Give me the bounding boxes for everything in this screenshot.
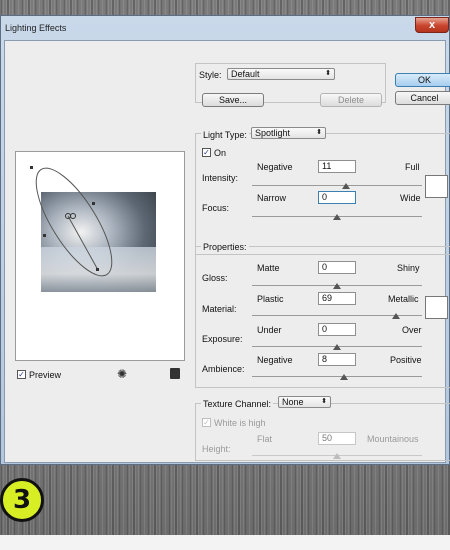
gloss-slider-thumb[interactable] (333, 283, 341, 289)
texture-channel-label: Texture Channel: (201, 399, 274, 409)
ambience-input[interactable]: 8 (318, 353, 356, 366)
brand-logo: 3 (0, 478, 44, 522)
select-arrow-icon: ⬍ (325, 70, 331, 77)
focus-label: Focus: (202, 203, 230, 213)
focus-high-label: Wide (400, 193, 421, 203)
delete-button[interactable]: Delete (320, 93, 382, 107)
style-label: Style: (199, 70, 222, 80)
light-type-value: Spotlight (255, 128, 291, 138)
white-is-high-checkbox[interactable]: ✓ (202, 418, 211, 427)
preview-canvas[interactable] (15, 151, 185, 361)
texture-channel-select[interactable]: None ⬍ (278, 396, 331, 408)
ambience-low-label: Negative (257, 355, 293, 365)
style-select[interactable]: Default ⬍ (227, 68, 335, 80)
bottom-strip (0, 535, 450, 550)
material-label: Material: (202, 304, 237, 314)
material-input[interactable]: 69 (318, 292, 356, 305)
material-low-label: Plastic (257, 294, 284, 304)
save-button[interactable]: Save... (202, 93, 264, 107)
lighting-effects-dialog: Lighting Effects x ✓ Preview ✺ Style: De… (0, 15, 450, 465)
dialog-body: ✓ Preview ✺ Style: Default ⬍ Save... Dele… (4, 40, 450, 463)
light-bulb-icon[interactable]: ✺ (117, 367, 127, 381)
light-on-checkbox[interactable]: ✓ (202, 148, 211, 157)
height-slider[interactable] (252, 453, 422, 459)
exposure-label: Exposure: (202, 334, 243, 344)
gloss-slider[interactable] (252, 283, 422, 289)
intensity-slider[interactable] (252, 183, 422, 189)
ambience-high-label: Positive (390, 355, 422, 365)
light-ellipse-handles[interactable] (16, 152, 186, 362)
preview-checkbox[interactable]: ✓ (17, 370, 26, 379)
ambience-label: Ambience: (202, 364, 245, 374)
light-type-label: Light Type: (201, 130, 249, 140)
focus-slider[interactable] (252, 214, 422, 220)
ok-button[interactable]: OK (395, 73, 450, 87)
intensity-input[interactable]: 11 (318, 160, 356, 173)
brand-logo-text: 3 (12, 485, 32, 515)
material-color-swatch[interactable] (425, 296, 448, 319)
exposure-high-label: Over (402, 325, 422, 335)
close-button[interactable]: x (415, 17, 449, 33)
height-high-label: Mountainous (367, 434, 419, 444)
intensity-slider-thumb[interactable] (342, 183, 350, 189)
height-low-label: Flat (257, 434, 273, 444)
gloss-high-label: Shiny (397, 263, 420, 273)
height-label: Height: (202, 444, 231, 454)
height-slider-thumb[interactable] (333, 453, 341, 459)
title-bar: Lighting Effects x (1, 16, 449, 40)
ambience-slider-thumb[interactable] (340, 374, 348, 380)
trash-icon[interactable] (170, 368, 180, 379)
exposure-input[interactable]: 0 (318, 323, 356, 336)
gloss-label: Gloss: (202, 273, 228, 283)
focus-slider-thumb[interactable] (333, 214, 341, 220)
ambience-slider[interactable] (252, 374, 422, 380)
window-title: Lighting Effects (5, 23, 67, 33)
material-high-label: Metallic (388, 294, 419, 304)
intensity-high-label: Full (405, 162, 420, 172)
style-select-value: Default (231, 69, 260, 79)
exposure-slider-thumb[interactable] (333, 344, 341, 350)
preview-label: Preview (29, 370, 62, 380)
material-slider-thumb[interactable] (392, 313, 400, 319)
texture-channel-value: None (282, 397, 304, 407)
material-slider[interactable] (252, 313, 422, 319)
focus-low-label: Narrow (257, 193, 287, 203)
focus-input[interactable]: 0 (318, 191, 356, 204)
cancel-button[interactable]: Cancel (395, 91, 450, 105)
exposure-low-label: Under (257, 325, 282, 335)
light-on-label: On (214, 148, 227, 158)
exposure-slider[interactable] (252, 344, 422, 350)
properties-title: Properties: (201, 242, 249, 252)
gloss-input[interactable]: 0 (318, 261, 356, 274)
light-type-select[interactable]: Spotlight ⬍ (251, 127, 326, 139)
intensity-label: Intensity: (202, 173, 239, 183)
intensity-low-label: Negative (257, 162, 293, 172)
height-input[interactable]: 50 (318, 432, 356, 445)
select-arrow-icon: ⬍ (321, 398, 327, 405)
select-arrow-icon: ⬍ (316, 129, 322, 136)
white-is-high-label: White is high (214, 418, 266, 428)
gloss-low-label: Matte (257, 263, 280, 273)
light-color-swatch[interactable] (425, 175, 448, 198)
